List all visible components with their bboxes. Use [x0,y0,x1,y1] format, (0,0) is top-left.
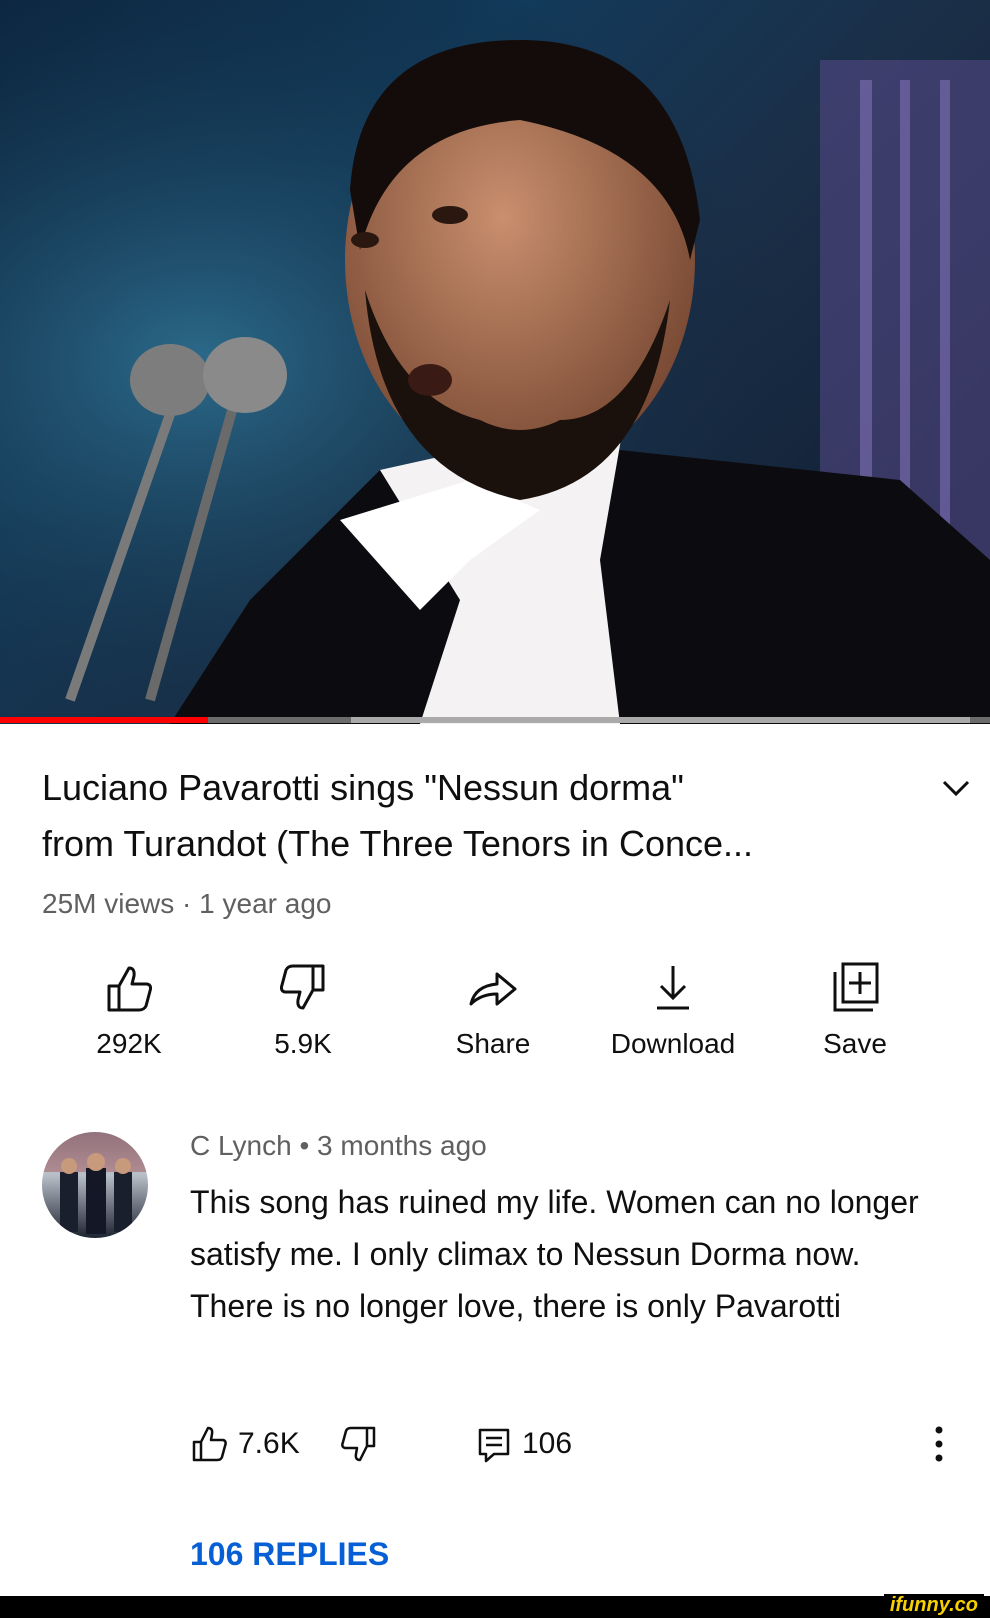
video-title-line: Luciano Pavarotti sings "Nessun dorma" [42,767,684,808]
comment-reply-button[interactable]: 106 [474,1422,572,1466]
video-progress-fill [0,717,208,723]
thumbs-up-icon [107,966,153,1012]
dislike-button[interactable]: 5.9K [218,960,388,1060]
thumbs-down-icon [279,964,325,1010]
save-label: Save [823,1028,887,1059]
footer-bar [0,1596,990,1618]
reply-comment-icon [478,1428,510,1463]
download-button[interactable]: Download [588,960,758,1060]
comment-like-button[interactable]: 7.6K [190,1422,300,1466]
thumbs-up-icon [192,1426,227,1462]
more-options-icon[interactable] [924,1422,954,1466]
watermark: ifunny.co [883,1594,984,1618]
share-label: Share [455,1028,531,1059]
video-title[interactable]: Luciano Pavarotti sings "Nessun dorma" f… [42,760,882,872]
comment-reply-count: 106 [522,1427,573,1460]
download-icon [657,966,689,1010]
video-player[interactable] [0,0,990,724]
download-label: Download [610,1028,736,1059]
save-button[interactable]: Save [770,960,940,1060]
comment-like-count: 7.6K [238,1427,300,1460]
view-replies-link[interactable]: 106 REPLIES [190,1536,389,1573]
dislike-count: 5.9K [274,1028,332,1059]
video-buffer-bar [351,717,971,723]
like-button[interactable]: 292K [44,960,214,1060]
comment-author-line: C Lynch • 3 months ago [190,1130,487,1161]
video-progress-bar[interactable] [0,717,990,723]
save-playlist-icon [833,962,879,1012]
avatar[interactable] [42,1132,148,1238]
video-meta: 25M views · 1 year ago [42,888,332,919]
share-icon [469,972,517,1006]
video-title-line: from Turandot (The Three Tenors in Conce… [42,823,754,864]
thumbs-down-icon [341,1426,376,1462]
share-button[interactable]: Share [408,960,578,1060]
like-count: 292K [96,1028,162,1059]
comment-text: This song has ruined my life. Women can … [190,1184,919,1324]
comment-dislike-button[interactable] [338,1422,378,1466]
chevron-down-icon[interactable] [938,770,974,806]
video-frame-image [0,0,990,724]
